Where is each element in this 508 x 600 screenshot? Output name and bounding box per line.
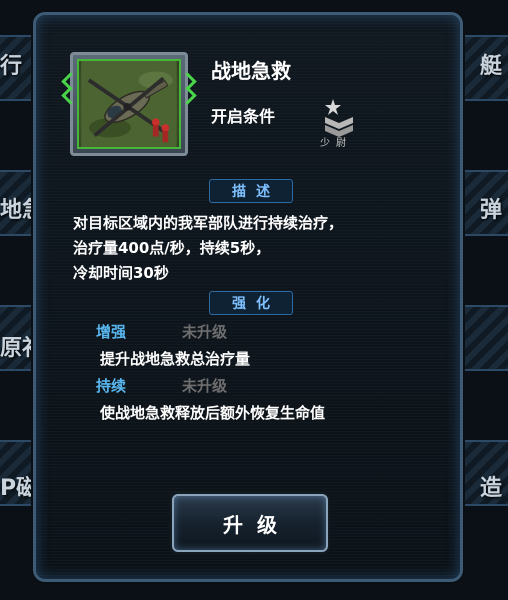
enhance-section-title: 强化 — [209, 291, 293, 315]
description-line: 冷却时间30秒 — [73, 264, 169, 282]
description-line: 对目标区域内的我军部队进行持续治疗， — [73, 214, 344, 232]
upgrade-button[interactable]: 升级 — [172, 494, 328, 552]
bg-menu-label: 行 — [0, 54, 23, 79]
enhance-item-status: 未升级 — [182, 377, 228, 395]
skill-description: 对目标区域内的我军部队进行持续治疗， 治疗量400点/秒，持续5秒， 冷却时间3… — [73, 211, 453, 286]
bg-menu-label: 弹 — [479, 198, 502, 223]
unlock-condition-label: 开启条件 — [211, 107, 276, 126]
helicopter-medic-icon — [77, 59, 181, 149]
skill-name: 战地急救 — [211, 59, 291, 83]
enhance-section-header: 强化 — [36, 291, 466, 315]
bg-menu-label: 艇 — [479, 54, 502, 79]
chevron-right-icon — [178, 86, 197, 105]
enhance-item-desc: 使战地急救释放后额外恢复生命值 — [100, 404, 326, 422]
enhance-item-label: 增强 — [96, 323, 127, 341]
rank-label: 少尉 — [320, 138, 352, 149]
enhance-item-status: 未升级 — [182, 323, 228, 341]
enhance-item-label: 持续 — [96, 377, 127, 395]
description-section-header: 描述 — [36, 179, 466, 203]
skill-thumbnail-frame — [61, 52, 197, 156]
enhance-item-desc: 提升战地急救总治疗量 — [100, 350, 251, 368]
description-section-title: 描述 — [209, 179, 293, 203]
description-line: 治疗量400点/秒，持续5秒， — [73, 239, 271, 257]
skill-detail-dialog: 战地急救 开启条件 少尉 描述 对目标区域内的我军部队进行持续治疗， 治疗量40… — [33, 12, 463, 582]
bg-menu-label: 造 — [479, 476, 502, 501]
